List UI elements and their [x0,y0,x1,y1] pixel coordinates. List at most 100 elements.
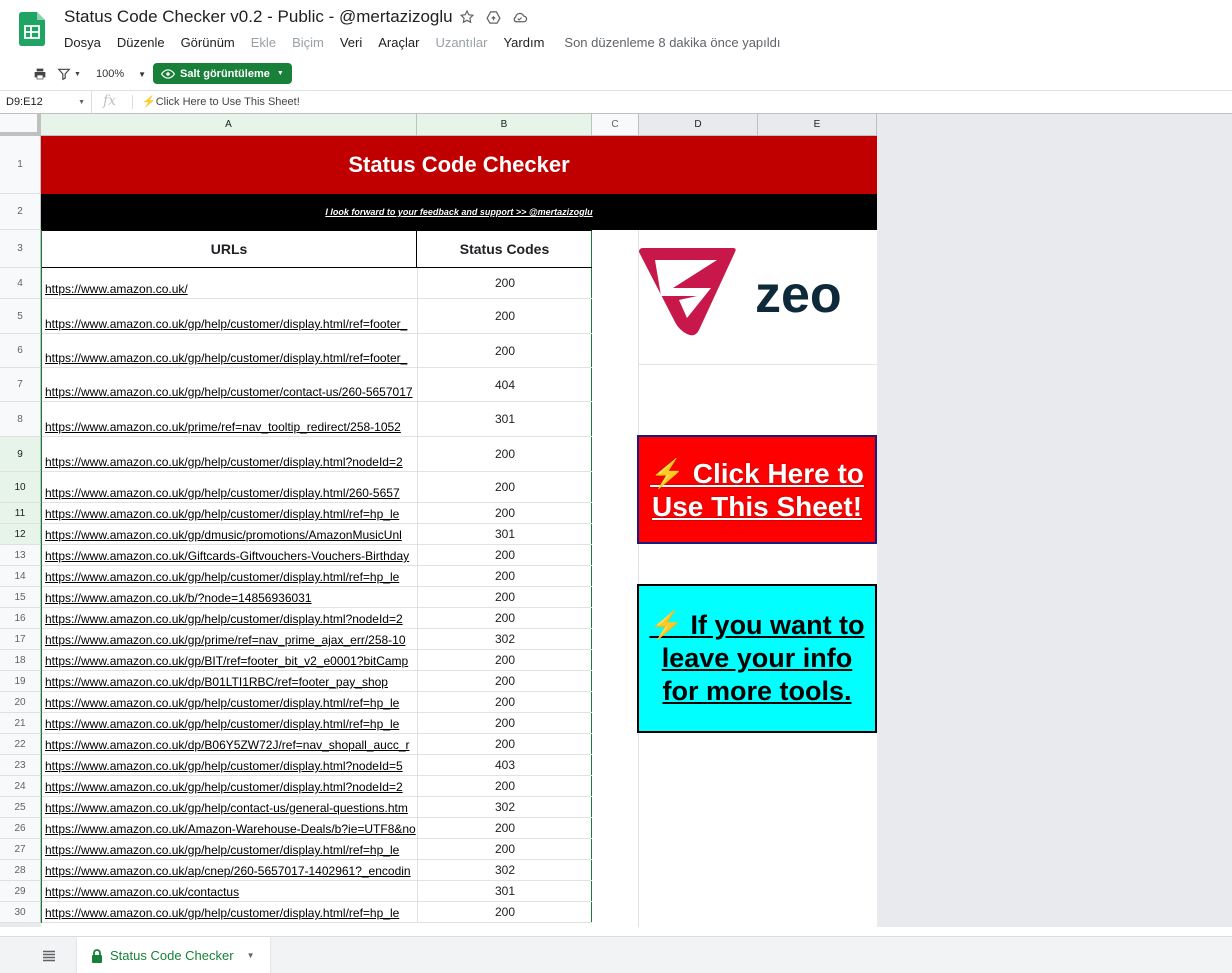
row-header[interactable]: 21 [0,713,41,734]
status-code-cell[interactable]: 200 [417,334,592,367]
row-header[interactable]: 12 [0,524,41,545]
column-header-e[interactable]: E [758,114,877,136]
name-box[interactable]: D9:E12 ▼ [0,91,92,113]
menu-item-ekle[interactable]: Ekle [243,35,284,50]
zoom-select[interactable]: 100% ▼ [96,64,146,84]
status-code-cell[interactable]: 200 [417,299,592,333]
row-header[interactable]: 24 [0,776,41,797]
row-header[interactable]: 3 [0,230,41,268]
url-cell[interactable]: https://www.amazon.co.uk/contactus [45,885,416,899]
column-header-a[interactable]: A [41,114,417,136]
status-code-cell[interactable]: 200 [417,472,592,502]
status-code-cell[interactable]: 200 [417,587,592,607]
row-header[interactable]: 28 [0,860,41,881]
url-cell[interactable]: https://www.amazon.co.uk/ap/cnep/260-565… [45,864,416,878]
menu-item-yardım[interactable]: Yardım [495,35,552,50]
column-header-b[interactable]: B [417,114,592,136]
url-cell[interactable]: https://www.amazon.co.uk/gp/prime/ref=na… [45,633,416,647]
row-header[interactable]: 5 [0,299,41,334]
row-header[interactable]: 7 [0,368,41,402]
row-header[interactable]: 26 [0,818,41,839]
feedback-banner[interactable]: I look forward to your feedback and supp… [41,194,877,230]
url-cell[interactable]: https://www.amazon.co.uk/gp/help/custome… [45,486,416,500]
row-header[interactable]: 4 [0,268,41,299]
view-only-button[interactable]: Salt görüntüleme ▼ [153,63,292,84]
menu-item-dosya[interactable]: Dosya [56,35,109,50]
move-to-drive-icon[interactable] [484,8,502,26]
row-header[interactable]: 15 [0,587,41,608]
status-code-cell[interactable]: 200 [417,692,592,712]
menu-item-uzantılar[interactable]: Uzantılar [427,35,495,50]
menu-item-biçim[interactable]: Biçim [284,35,332,50]
column-header-c[interactable]: C [592,114,639,136]
url-cell[interactable]: https://www.amazon.co.uk/gp/help/custome… [45,759,416,773]
url-cell[interactable]: https://www.amazon.co.uk/b/?node=1485693… [45,591,416,605]
url-cell[interactable]: https://www.amazon.co.uk/dp/B01LTI1RBC/r… [45,675,416,689]
row-header[interactable]: 13 [0,545,41,566]
url-cell[interactable]: https://www.amazon.co.uk/gp/help/custome… [45,317,416,331]
status-code-cell[interactable]: 404 [417,368,592,401]
url-cell[interactable]: https://www.amazon.co.uk/gp/help/custome… [45,385,416,399]
row-header[interactable]: 25 [0,797,41,818]
cloud-saved-icon[interactable] [510,8,528,26]
url-cell[interactable]: https://www.amazon.co.uk/gp/help/custome… [45,906,416,920]
url-cell[interactable]: https://www.amazon.co.uk/ [45,282,416,296]
status-code-cell[interactable]: 200 [417,566,592,586]
status-code-cell[interactable]: 200 [417,608,592,628]
url-cell[interactable]: https://www.amazon.co.uk/gp/help/custome… [45,351,416,365]
status-code-cell[interactable]: 200 [417,713,592,733]
row-header[interactable]: 8 [0,402,41,437]
zeo-logo[interactable]: zeo [639,230,877,365]
row-header[interactable]: 16 [0,608,41,629]
row-header[interactable]: 2 [0,194,41,230]
url-cell[interactable]: https://www.amazon.co.uk/gp/help/custome… [45,717,416,731]
use-sheet-link[interactable]: ⚡ Click Here to Use This Sheet! [637,435,877,544]
last-edit-status[interactable]: Son düzenleme 8 dakika önce yapıldı [556,35,788,50]
status-code-cell[interactable]: 301 [417,402,592,436]
status-code-cell[interactable]: 200 [417,545,592,565]
sheets-logo-icon[interactable] [19,12,45,46]
sheet-tab-status-code-checker[interactable]: Status Code Checker ▼ [77,937,270,973]
status-code-cell[interactable]: 403 [417,755,592,775]
all-sheets-button[interactable] [40,947,58,965]
status-code-cell[interactable]: 302 [417,860,592,880]
url-cell[interactable]: https://www.amazon.co.uk/gp/help/custome… [45,612,416,626]
status-code-cell[interactable]: 200 [417,776,592,796]
url-cell[interactable]: https://www.amazon.co.uk/gp/help/custome… [45,455,416,469]
url-cell[interactable]: https://www.amazon.co.uk/gp/help/custome… [45,843,416,857]
status-code-cell[interactable]: 200 [417,818,592,838]
url-cell[interactable]: https://www.amazon.co.uk/dp/B06Y5ZW72J/r… [45,738,416,752]
status-code-cell[interactable]: 301 [417,524,592,544]
menu-item-veri[interactable]: Veri [332,35,370,50]
status-code-cell[interactable]: 200 [417,734,592,754]
url-cell[interactable]: https://www.amazon.co.uk/gp/help/custome… [45,780,416,794]
row-header[interactable]: 22 [0,734,41,755]
status-code-cell[interactable]: 200 [417,650,592,670]
url-cell[interactable]: https://www.amazon.co.uk/Giftcards-Giftv… [45,549,416,563]
menu-item-düzenle[interactable]: Düzenle [109,35,173,50]
row-header[interactable]: 18 [0,650,41,671]
menu-item-görünüm[interactable]: Görünüm [173,35,243,50]
leave-info-link[interactable]: ⚡ If you want to leave your info for mor… [637,584,877,733]
row-header[interactable]: 19 [0,671,41,692]
star-icon[interactable] [458,8,476,26]
header-status-codes[interactable]: Status Codes [417,230,592,268]
row-header[interactable]: 17 [0,629,41,650]
header-urls[interactable]: URLs [42,230,417,268]
status-code-cell[interactable]: 200 [417,839,592,859]
row-header[interactable]: 30 [0,902,41,923]
row-header[interactable]: 9 [0,437,41,472]
url-cell[interactable]: https://www.amazon.co.uk/gp/help/custome… [45,696,416,710]
url-cell[interactable]: https://www.amazon.co.uk/gp/help/custome… [45,570,416,584]
status-code-cell[interactable]: 302 [417,797,592,817]
row-header[interactable]: 14 [0,566,41,587]
sheet-banner-title[interactable]: Status Code Checker [41,136,877,194]
row-header[interactable]: 1 [0,136,41,194]
document-title[interactable]: Status Code Checker v0.2 - Public - @mer… [64,7,453,27]
status-code-cell[interactable]: 200 [417,268,592,298]
status-code-cell[interactable]: 200 [417,902,592,922]
url-cell[interactable]: https://www.amazon.co.uk/Amazon-Warehous… [45,822,416,836]
url-cell[interactable]: https://www.amazon.co.uk/gp/dmusic/promo… [45,528,416,542]
row-header[interactable]: 6 [0,334,41,368]
status-code-cell[interactable]: 302 [417,629,592,649]
